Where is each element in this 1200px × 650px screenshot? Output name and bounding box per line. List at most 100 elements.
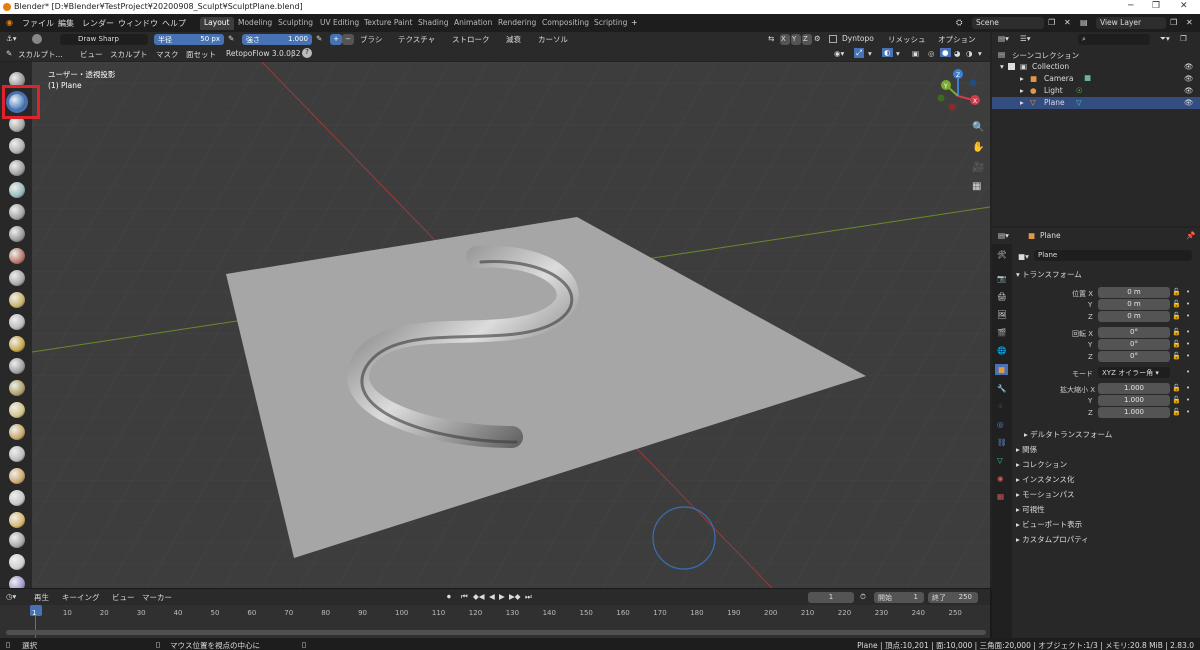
3d-viewport[interactable]: Z X Y ユーザー・透視投影 (1) Plane 🔍 ✋ 🎥 ▦ [32,62,990,588]
rotation-y-field[interactable]: 0° [1098,339,1170,350]
keyframe-dot-icon[interactable]: • [1186,384,1190,392]
preview-range-icon[interactable]: ⏱ [860,592,866,602]
delete-scene-icon[interactable]: ✕ [1064,18,1071,27]
record-icon[interactable]: ⏺ [447,592,451,602]
menu-window[interactable]: ウィンドウ [118,18,158,29]
tab-animation[interactable]: Animation [450,17,496,30]
radius-slider[interactable]: 半径 50 px [154,34,224,45]
properties-editor-type-icon[interactable]: ▤▾ [998,231,1009,240]
maximize-icon[interactable]: ❐ [1152,1,1160,11]
menu-mask[interactable]: マスク [156,49,179,60]
camera-expand-icon[interactable]: ▸ [1020,74,1024,83]
scene-icon[interactable]: ⛭ [956,18,962,28]
keyframe-dot-icon[interactable]: • [1186,352,1190,360]
stroke-menu[interactable]: ストローク [452,34,490,45]
transform-lock-icon[interactable]: 🔓 [1172,328,1181,336]
scene-selector[interactable]: Scene [972,17,1044,29]
jump-end-icon[interactable]: ⏭ [525,592,532,602]
tab-scene-icon[interactable]: 🎬 [997,328,1006,337]
outliner-plane-row[interactable]: ▸ ▽ Plane ▽ 👁 [992,97,1200,109]
tab-tool-icon[interactable]: 🛠 [997,250,1007,259]
overlay-toggle-icon[interactable]: ◐ [882,48,893,57]
transform-section-header[interactable]: ▾ トランスフォーム [1016,269,1082,280]
symmetry-options-icon[interactable]: ⚙ [814,34,821,43]
outliner-camera-row[interactable]: ▸ ■ Camera ■ 👁 [992,73,1200,85]
location-y-field[interactable]: 0 m [1098,299,1170,310]
jump-start-icon[interactable]: ⏮ [461,592,468,602]
keyframe-dot-icon[interactable]: • [1186,328,1190,336]
instancing-section-header[interactable]: ▸ インスタンス化 [1016,474,1074,485]
sculpt-tool-17-icon[interactable] [9,424,25,440]
light-expand-icon[interactable]: ▸ [1020,86,1024,95]
tab-object-icon[interactable]: ■ [995,364,1009,375]
sculpt-tool-6-icon[interactable] [9,182,25,198]
rotation-z-field[interactable]: 0° [1098,351,1170,362]
pin-icon[interactable]: 📌 [1186,231,1195,240]
cursor-menu[interactable]: カーソル [538,34,568,45]
dyntopo-menu[interactable]: Dyntopo [842,34,874,43]
gizmo-toggle-icon[interactable]: ⤢ [854,48,864,58]
tab-compositing[interactable]: Compositing [538,17,593,30]
help-icon[interactable]: ? [302,48,312,58]
tab-render-icon[interactable]: 📷 [997,274,1006,283]
new-view-layer-icon[interactable]: ❐ [1170,18,1177,27]
tab-constraints-icon[interactable]: ⛓ [997,438,1007,447]
transform-lock-icon[interactable]: 🔓 [1172,408,1181,416]
symmetry-icon[interactable]: ⇆ [768,34,774,43]
blender-menu-icon[interactable]: ◉ [6,18,13,27]
strength-pen-pressure-icon[interactable]: ✎ [316,34,322,43]
transform-lock-icon[interactable]: 🔓 [1172,340,1181,348]
current-frame-field[interactable]: 1 [808,592,854,603]
minimize-icon[interactable]: ─ [1128,1,1133,11]
tab-texture-paint[interactable]: Texture Paint [360,17,416,30]
outliner-collection-row[interactable]: ▾ ▣ Collection 👁 [992,61,1200,73]
sculpt-tool-16-icon[interactable] [9,402,25,418]
object-name-field[interactable]: Plane [1034,250,1192,261]
camera-visibility-icon[interactable]: 👁 [1184,74,1194,83]
plane-visibility-icon[interactable]: 👁 [1184,98,1194,107]
keyframe-dot-icon[interactable]: • [1186,408,1190,416]
outliner-editor-type-icon[interactable]: ▤▾ [998,34,1009,43]
new-collection-icon[interactable]: ❐ [1180,34,1187,43]
timeline-editor-icon[interactable]: ◷▾ [6,592,16,601]
symmetry-z-toggle[interactable]: Z [802,34,812,45]
transform-lock-icon[interactable]: 🔓 [1172,312,1181,320]
perspective-toggle-icon[interactable]: ▦ [972,181,981,192]
sculpt-tool-10-icon[interactable] [9,270,25,286]
sculpt-tool-8-icon[interactable] [9,226,25,242]
tab-uv-editing[interactable]: UV Editing [316,17,363,30]
close-icon[interactable]: ✕ [1180,1,1188,11]
tab-view-layer-icon[interactable]: 🖼 [997,310,1007,319]
tab-modifiers-icon[interactable]: 🔧 [997,384,1006,393]
transform-lock-icon[interactable]: 🔓 [1172,396,1181,404]
start-frame-field[interactable]: 開始 1 [874,592,924,603]
gizmo-options-icon[interactable]: ▾ [868,49,872,58]
tab-world-icon[interactable]: 🌐 [997,346,1006,355]
menu-help[interactable]: ヘルプ [162,18,186,29]
shading-solid-icon[interactable]: ● [940,48,951,57]
zoom-icon[interactable]: 🔍 [972,122,984,133]
sculpt-tool-11-icon[interactable] [9,292,25,308]
transform-lock-icon[interactable]: 🔓 [1172,352,1181,360]
keyframe-dot-icon[interactable]: • [1186,288,1190,296]
brush-menu[interactable]: ブラシ [360,34,382,45]
tab-shading[interactable]: Shading [414,17,452,30]
tab-material-icon[interactable]: ◉ [997,474,1004,483]
add-workspace-icon[interactable]: + [631,18,638,27]
shading-material-icon[interactable]: ◕ [954,49,961,58]
tab-layout[interactable]: Layout [200,17,234,30]
timeline-scrollbar[interactable] [6,630,986,635]
collection-visibility-icon[interactable]: 👁 [1184,62,1194,71]
sculpt-tool-4-icon[interactable] [9,138,25,154]
menu-view[interactable]: ビュー [80,49,103,60]
direction-subtract-button[interactable]: − [342,34,354,45]
timeline-menu-playback[interactable]: 再生 [34,592,49,603]
plane-expand-icon[interactable]: ▸ [1020,98,1024,107]
menu-sculpt[interactable]: スカルプト [110,49,148,60]
tab-modeling[interactable]: Modeling [234,17,276,30]
sculpt-tool-22-icon[interactable] [9,532,25,548]
rotation-mode-keyframe-icon[interactable]: • [1186,368,1190,376]
outliner-light-row[interactable]: ▸ ● Light ☉ 👁 [992,85,1200,97]
transform-lock-icon[interactable]: 🔓 [1172,300,1181,308]
visibility-section-header[interactable]: ▸ 可視性 [1016,504,1045,515]
